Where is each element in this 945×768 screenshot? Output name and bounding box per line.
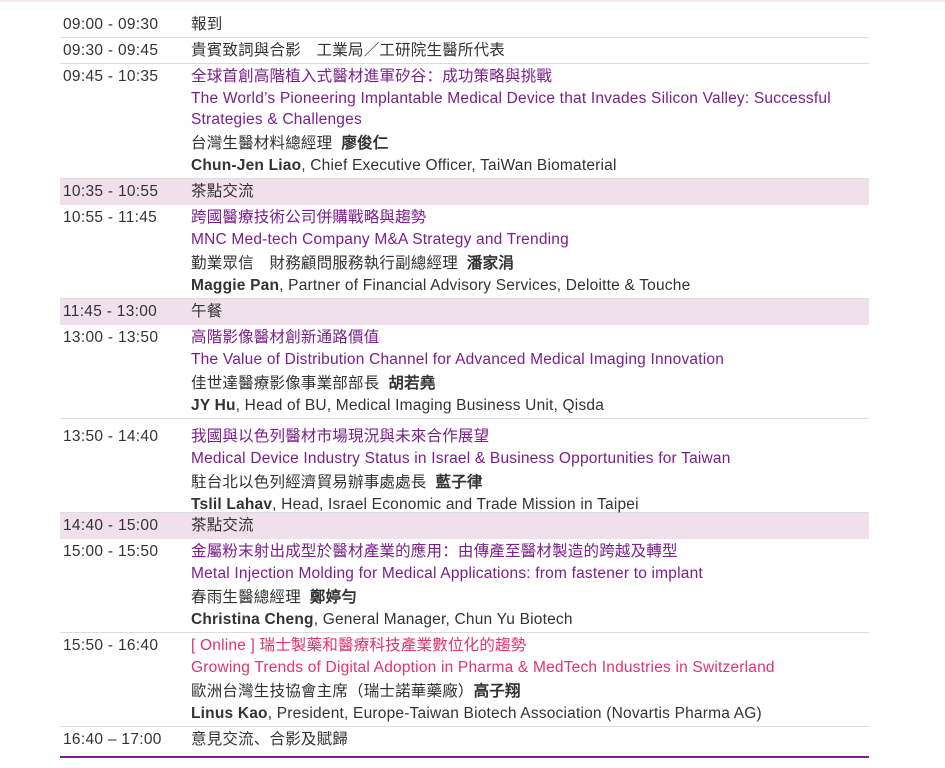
speaker-name-zh: 藍子律	[435, 474, 483, 491]
speaker-role-en: , Head of BU, Medical Imaging Business U…	[235, 397, 605, 414]
top-divider	[0, 0, 945, 2]
speaker-en: JY Hu, Head of BU, Medical Imaging Busin…	[191, 395, 869, 417]
speaker-name-en: Linus Kao	[191, 705, 268, 722]
talk-title-en: The World’s Pioneering Implantable Medic…	[191, 90, 831, 128]
agenda-time: 15:00 - 15:50	[63, 543, 159, 560]
talk-title-zh: [ Online ] 瑞士製藥和醫療科技產業數位化的趨勢	[191, 637, 527, 654]
talk-content: [ Online ] 瑞士製藥和醫療科技產業數位化的趨勢 Growing Tre…	[191, 635, 869, 726]
talk-title-zh: 跨國醫療技術公司併購戰略與趨勢	[191, 209, 427, 226]
speaker-zh: 駐台北以色列經濟貿易辦事處處長 藍子律	[191, 472, 869, 494]
agenda-time: 09:00 - 09:30	[63, 16, 159, 33]
talk-title-zh: 我國與以色列醫材市場現況與未來合作展望	[191, 428, 490, 445]
speaker-name-en: JY Hu	[191, 397, 236, 414]
speaker-role-zh: 台灣生醫材料總經理	[191, 135, 333, 152]
speaker-role-en: , Chief Executive Officer, TaiWan Biomat…	[301, 157, 617, 174]
agenda-row-break: 14:40 - 15:00 茶點交流	[60, 513, 869, 539]
talk-title-en: The Value of Distribution Channel for Ad…	[191, 351, 725, 368]
agenda-row-closing: 16:40 – 17:00 意見交流、合影及賦歸	[60, 727, 869, 753]
agenda-item: 貴賓致詞與合影 工業局／工研院生醫所代表	[191, 42, 506, 59]
agenda-item: 茶點交流	[191, 183, 254, 200]
speaker-zh: 佳世達醫療影像事業部部長 胡若堯	[191, 373, 869, 395]
agenda-row-talk-online: 15:50 - 16:40 [ Online ] 瑞士製藥和醫療科技產業數位化的…	[60, 633, 869, 727]
agenda-time: 09:45 - 10:35	[63, 68, 159, 85]
speaker-role-zh: 駐台北以色列經濟貿易辦事處處長	[191, 474, 427, 491]
agenda-row-registration: 09:00 - 09:30 報到	[60, 12, 869, 38]
agenda-time: 14:40 - 15:00	[63, 517, 159, 534]
agenda-item: 茶點交流	[191, 517, 254, 534]
agenda-item: 報到	[191, 16, 223, 33]
talk-title-zh: 高階影像醫材創新通路價值	[191, 329, 380, 346]
speaker-zh: 歐洲台灣生技協會主席（瑞士諾華藥廠）高子翔	[191, 681, 869, 703]
bottom-divider	[60, 756, 869, 758]
speaker-name-zh: 潘家涓	[466, 255, 515, 272]
talk-title-en: Metal Injection Molding for Medical Appl…	[191, 565, 703, 582]
talk-title-en: Growing Trends of Digital Adoption in Ph…	[191, 659, 775, 676]
speaker-role-zh: 春雨生醫總經理	[191, 589, 301, 606]
agenda-row-lunch: 11:45 - 13:00 午餐	[60, 299, 869, 325]
speaker-en: Tslil Lahav, Head, Israel Economic and T…	[191, 494, 869, 516]
agenda-time: 15:50 - 16:40	[63, 637, 159, 654]
talk-title-en: Medical Device Industry Status in Israel…	[191, 450, 731, 467]
agenda-time: 13:00 - 13:50	[63, 329, 159, 346]
agenda-time: 11:45 - 13:00	[63, 303, 158, 320]
speaker-zh: 春雨生醫總經理 鄭婷勻	[191, 587, 869, 609]
speaker-name-zh: 高子翔	[473, 683, 521, 700]
speaker-name-en: Maggie Pan	[191, 277, 280, 294]
agenda-row-talk: 15:00 - 15:50 金屬粉末射出成型於醫材產業的應用：由傳產至醫材製造的…	[60, 539, 869, 633]
talk-title-en: MNC Med-tech Company M&A Strategy and Tr…	[191, 231, 569, 248]
talk-title-zh: 全球首創高階植入式醫材進軍矽谷：成功策略與挑戰	[191, 68, 553, 85]
speaker-role-zh: 佳世達醫療影像事業部部長	[191, 375, 380, 392]
agenda-row-talk: 13:00 - 13:50 高階影像醫材創新通路價值 The Value of …	[60, 325, 869, 419]
agenda-time: 10:55 - 11:45	[63, 209, 158, 226]
agenda-row-talk: 09:45 - 10:35 全球首創高階植入式醫材進軍矽谷：成功策略與挑戰 Th…	[60, 64, 869, 179]
speaker-role-en: , President, Europe-Taiwan Biotech Assoc…	[267, 705, 762, 722]
speaker-name-en: Chun-Jen Liao	[191, 157, 302, 174]
speaker-name-zh: 廖俊仁	[341, 135, 389, 152]
agenda-table: 09:00 - 09:30 報到 09:30 - 09:45 貴賓致詞與合影 工…	[60, 12, 869, 758]
speaker-en: Christina Cheng, General Manager, Chun Y…	[191, 609, 869, 631]
agenda-time: 10:35 - 10:55	[63, 183, 159, 200]
agenda-row-break: 10:35 - 10:55 茶點交流	[60, 179, 869, 205]
speaker-zh: 台灣生醫材料總經理 廖俊仁	[191, 133, 869, 155]
speaker-role-en: , Head, Israel Economic and Trade Missio…	[272, 496, 639, 513]
speaker-role-en: , Partner of Financial Advisory Services…	[279, 277, 691, 294]
agenda-row-talk: 10:55 - 11:45 跨國醫療技術公司併購戰略與趨勢 MNC Med-te…	[60, 205, 869, 299]
speaker-en: Maggie Pan, Partner of Financial Advisor…	[191, 275, 869, 297]
agenda-row-talk: 13:50 - 14:40 我國與以色列醫材市場現況與未來合作展望 Medica…	[60, 419, 869, 513]
agenda-item: 午餐	[191, 303, 223, 320]
talk-content: 全球首創高階植入式醫材進軍矽谷：成功策略與挑戰 The World’s Pion…	[191, 66, 869, 178]
agenda-row-welcome: 09:30 - 09:45 貴賓致詞與合影 工業局／工研院生醫所代表	[60, 38, 869, 64]
speaker-role-zh: 歐洲台灣生技協會主席（瑞士諾華藥廠）	[191, 683, 474, 700]
speaker-name-zh: 鄭婷勻	[309, 589, 358, 606]
speaker-name-en: Christina Cheng	[191, 611, 314, 628]
talk-content: 高階影像醫材創新通路價值 The Value of Distribution C…	[191, 327, 869, 418]
speaker-role-zh: 勤業眾信 財務顧問服務執行副總經理	[191, 255, 458, 272]
agenda-time: 13:50 - 14:40	[63, 428, 159, 445]
speaker-role-en: , General Manager, Chun Yu Biotech	[313, 611, 573, 628]
speaker-name-en: Tslil Lahav	[191, 496, 273, 513]
speaker-zh: 勤業眾信 財務顧問服務執行副總經理 潘家涓	[191, 253, 869, 275]
talk-title-zh: 金屬粉末射出成型於醫材產業的應用：由傳產至醫材製造的跨越及轉型	[191, 543, 678, 560]
speaker-en: Linus Kao, President, Europe-Taiwan Biot…	[191, 703, 869, 725]
speaker-name-zh: 胡若堯	[388, 375, 436, 392]
talk-content: 金屬粉末射出成型於醫材產業的應用：由傳產至醫材製造的跨越及轉型 Metal In…	[191, 541, 869, 632]
agenda-time: 09:30 - 09:45	[63, 42, 159, 59]
agenda-item: 意見交流、合影及賦歸	[191, 731, 349, 748]
talk-content: 跨國醫療技術公司併購戰略與趨勢 MNC Med-tech Company M&A…	[191, 207, 869, 298]
talk-content: 我國與以色列醫材市場現況與未來合作展望 Medical Device Indus…	[191, 426, 869, 513]
speaker-en: Chun-Jen Liao, Chief Executive Officer, …	[191, 155, 869, 177]
agenda-time: 16:40 – 17:00	[63, 731, 162, 748]
